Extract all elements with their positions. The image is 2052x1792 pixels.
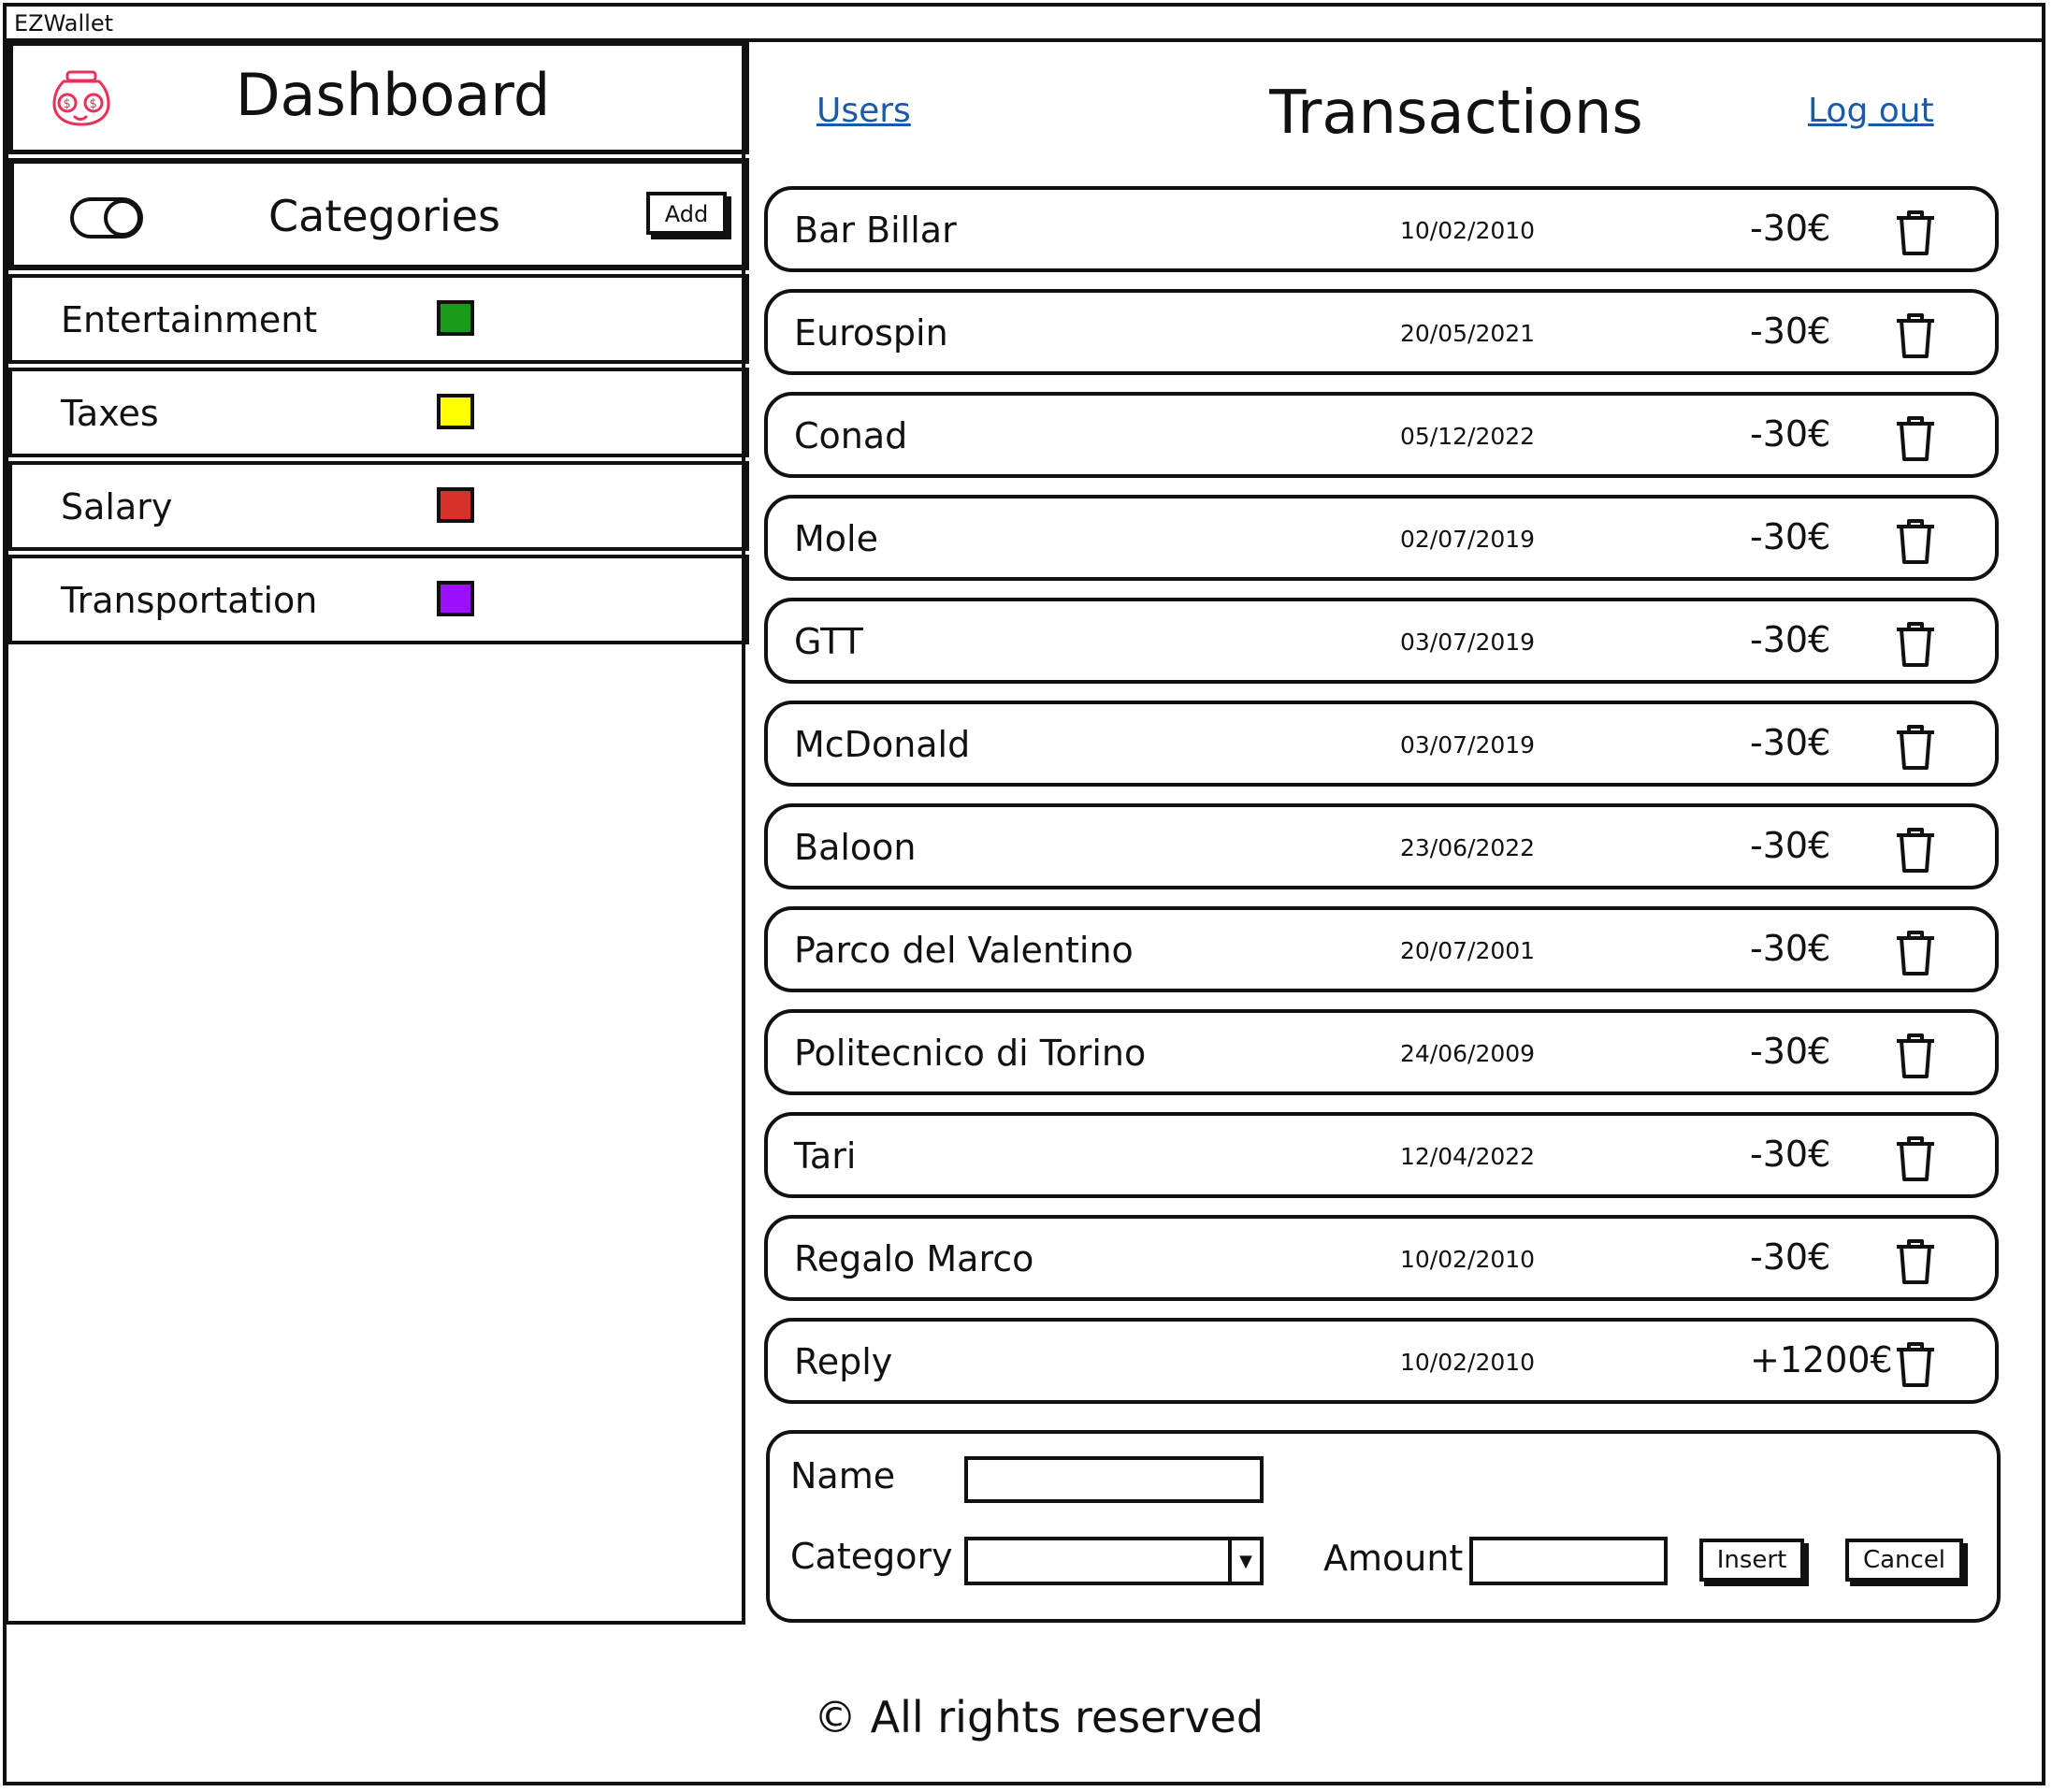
transaction-name: Eurospin (794, 312, 948, 354)
trash-icon[interactable] (1895, 1237, 1936, 1286)
transaction-amount: -30€ (1750, 825, 1831, 866)
trash-icon[interactable] (1895, 1134, 1936, 1183)
category-color-swatch (437, 581, 474, 616)
transaction-date: 10/02/2010 (1400, 1246, 1536, 1273)
transaction-date: 10/02/2010 (1400, 217, 1536, 244)
trash-icon[interactable] (1895, 311, 1936, 360)
trash-icon[interactable] (1895, 826, 1936, 874)
main-panel: Users Transactions Log out Bar Billar 10… (745, 42, 2045, 1625)
transaction-row[interactable]: Parco del Valentino 20/07/2001 -30€ (764, 906, 1999, 992)
trash-icon[interactable] (1895, 929, 1936, 977)
transaction-name: Politecnico di Torino (794, 1033, 1147, 1074)
transaction-name: Baloon (794, 827, 917, 868)
dashboard-header: $ $ Dashboard (8, 42, 749, 154)
trash-icon[interactable] (1895, 209, 1936, 257)
trash-icon[interactable] (1895, 414, 1936, 463)
amount-field[interactable] (1469, 1537, 1668, 1585)
transaction-amount: -30€ (1750, 311, 1831, 352)
transaction-name: Conad (794, 415, 908, 456)
transaction-amount: -30€ (1750, 928, 1831, 969)
transaction-date: 24/06/2009 (1400, 1040, 1536, 1067)
logout-link[interactable]: Log out (1808, 91, 1934, 132)
transaction-amount: -30€ (1750, 1236, 1831, 1278)
category-select[interactable]: ▼ (964, 1537, 1264, 1585)
transaction-row[interactable]: Politecnico di Torino 24/06/2009 -30€ (764, 1009, 1999, 1095)
categories-header: Categories Add (8, 158, 749, 270)
category-label: Salary (61, 486, 173, 527)
transaction-row[interactable]: Bar Billar 10/02/2010 -30€ (764, 186, 1999, 272)
transaction-date: 10/02/2010 (1400, 1349, 1536, 1376)
users-link[interactable]: Users (816, 91, 911, 132)
trash-icon[interactable] (1895, 1032, 1936, 1080)
transaction-date: 20/05/2021 (1400, 320, 1536, 347)
transaction-name: McDonald (794, 724, 971, 765)
chevron-down-icon[interactable]: ▼ (1228, 1540, 1260, 1582)
category-item-transportation[interactable]: Transportation (8, 555, 749, 644)
trash-icon[interactable] (1895, 620, 1936, 669)
transaction-name: Parco del Valentino (794, 930, 1134, 971)
add-category-button[interactable]: Add (646, 192, 727, 235)
category-label: Transportation (61, 580, 318, 621)
transaction-row[interactable]: Baloon 23/06/2022 -30€ (764, 803, 1999, 889)
category-item-entertainment[interactable]: Entertainment (8, 274, 749, 364)
transaction-name: Regalo Marco (794, 1238, 1034, 1279)
transaction-row[interactable]: Conad 05/12/2022 -30€ (764, 392, 1999, 478)
transaction-row[interactable]: Tari 12/04/2022 -30€ (764, 1112, 1999, 1198)
transaction-date: 03/07/2019 (1400, 731, 1536, 759)
transaction-amount: -30€ (1750, 1031, 1831, 1072)
category-item-salary[interactable]: Salary (8, 461, 749, 551)
amount-label: Amount (1323, 1538, 1464, 1579)
window-title: EZWallet (7, 7, 2045, 42)
transaction-amount: -30€ (1750, 619, 1831, 660)
transaction-name: Tari (794, 1135, 857, 1177)
new-transaction-form: Name Category ▼ Amount Insert Cancel (766, 1430, 2001, 1623)
transaction-amount: -30€ (1750, 722, 1831, 763)
transaction-row[interactable]: McDonald 03/07/2019 -30€ (764, 701, 1999, 787)
transactions-title: Transactions (1269, 79, 1643, 148)
transaction-name: Reply (794, 1341, 893, 1382)
transaction-date: 05/12/2022 (1400, 423, 1536, 450)
transaction-row[interactable]: Regalo Marco 10/02/2010 -30€ (764, 1215, 1999, 1301)
transaction-amount: -30€ (1750, 516, 1831, 557)
transaction-amount: -30€ (1750, 1134, 1831, 1175)
transaction-amount: -30€ (1750, 208, 1831, 249)
transaction-amount: +1200€ (1750, 1339, 1893, 1380)
transaction-date: 23/06/2022 (1400, 834, 1536, 861)
transaction-name: Mole (794, 518, 878, 559)
category-label: Entertainment (61, 299, 318, 340)
category-label: Category (790, 1536, 953, 1577)
transaction-date: 20/07/2001 (1400, 937, 1536, 964)
trash-icon[interactable] (1895, 1340, 1936, 1389)
footer-copyright: © All rights reserved (814, 1692, 1264, 1742)
transaction-date: 03/07/2019 (1400, 629, 1536, 656)
name-field[interactable] (964, 1456, 1264, 1503)
trash-icon[interactable] (1895, 723, 1936, 772)
category-color-swatch (437, 300, 474, 336)
transaction-date: 12/04/2022 (1400, 1143, 1536, 1170)
category-label: Taxes (61, 393, 159, 434)
transaction-name: Bar Billar (794, 210, 957, 251)
sidebar: $ $ Dashboard Categories Add Entertainme… (5, 42, 749, 1625)
trash-icon[interactable] (1895, 517, 1936, 566)
transaction-amount: -30€ (1750, 413, 1831, 455)
transaction-row[interactable]: GTT 03/07/2019 -30€ (764, 598, 1999, 684)
categories-title: Categories (268, 191, 500, 241)
cancel-button[interactable]: Cancel (1845, 1539, 1963, 1582)
dashboard-title: Dashboard (235, 61, 551, 129)
transaction-date: 02/07/2019 (1400, 526, 1536, 553)
category-item-taxes[interactable]: Taxes (8, 368, 749, 457)
name-label: Name (790, 1455, 896, 1496)
insert-button[interactable]: Insert (1699, 1539, 1804, 1582)
transaction-row[interactable]: Mole 02/07/2019 -30€ (764, 495, 1999, 581)
category-color-swatch (437, 487, 474, 523)
transaction-name: GTT (794, 621, 863, 662)
transaction-row[interactable]: Reply 10/02/2010 +1200€ (764, 1318, 1999, 1404)
category-color-swatch (437, 394, 474, 429)
transaction-row[interactable]: Eurospin 20/05/2021 -30€ (764, 289, 1999, 375)
